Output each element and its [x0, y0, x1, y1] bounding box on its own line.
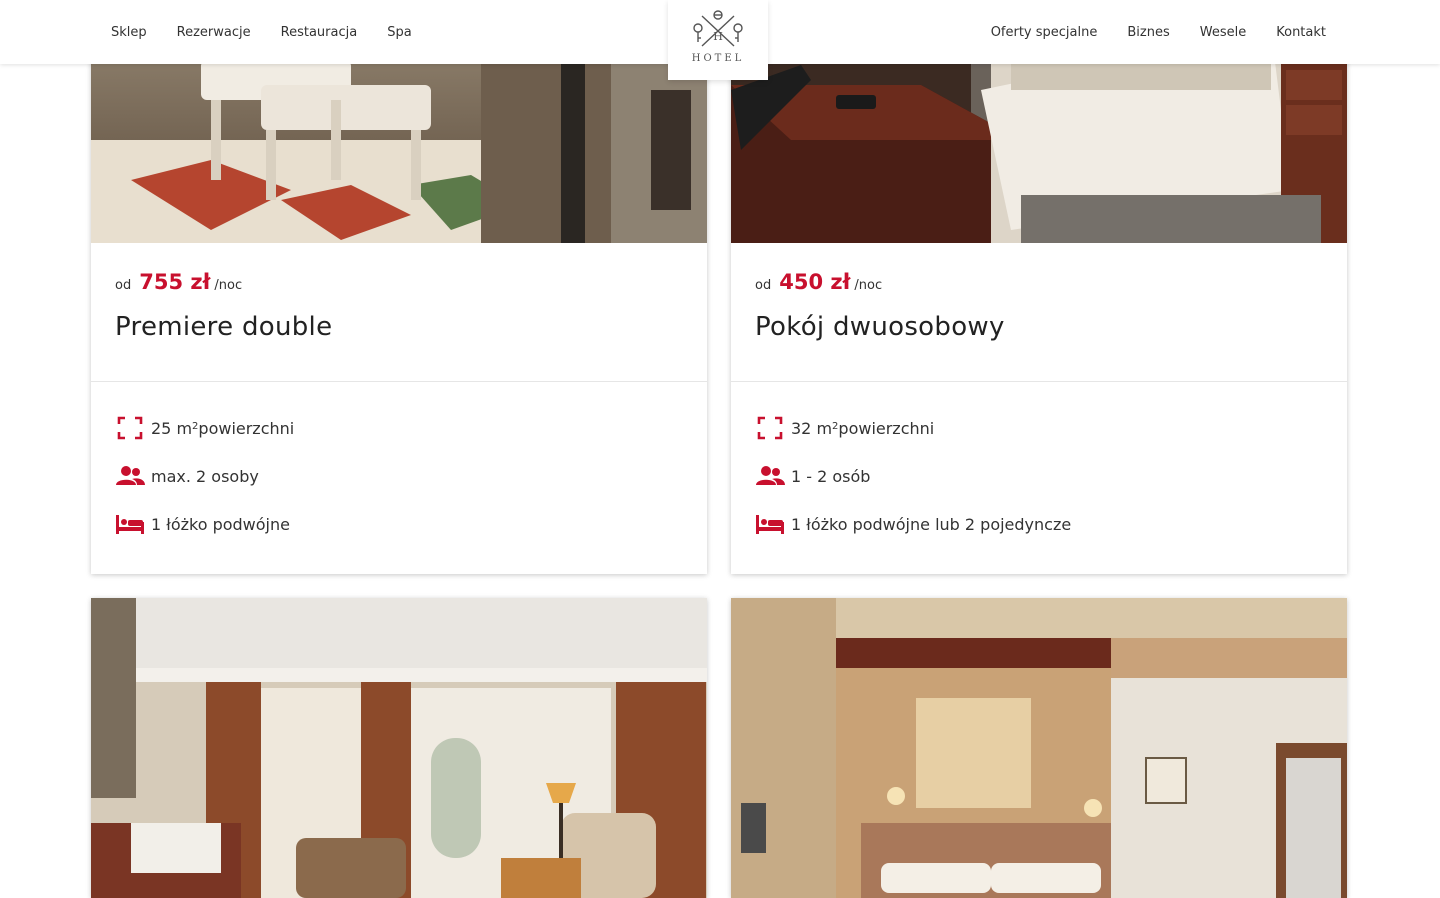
nav-link-spa[interactable]: Spa [387, 25, 411, 40]
area-sup: 2 [192, 420, 199, 432]
feature-beds: 1 łóżko podwójne lub 2 pojedyncze [755, 510, 1071, 538]
room-title[interactable]: Premiere double [115, 312, 332, 342]
area-value: 32 m [791, 418, 833, 438]
bed-icon [756, 515, 784, 534]
area-sup: 2 [832, 420, 839, 432]
nav-link-sklep[interactable]: Sklep [111, 25, 147, 40]
price-value: 755 zł [139, 270, 211, 294]
crossed-keys-icon: H [693, 10, 743, 47]
area-icon [757, 416, 783, 440]
price-prefix: od [755, 278, 772, 293]
room-photo [91, 598, 707, 898]
room-card-pokoj-dwuosobowy[interactable]: od 450 zł /noc Pokój dwuosobowy 32 m2 po… [731, 0, 1347, 574]
hotel-logo[interactable]: H HOTEL [668, 0, 768, 80]
price-row: od 450 zł /noc [755, 270, 882, 294]
area-label: powierzchni [198, 418, 295, 438]
people-icon [116, 466, 145, 485]
feature-capacity: max. 2 osoby [115, 462, 259, 490]
nav-link-restauracja[interactable]: Restauracja [281, 25, 358, 40]
room-card-4[interactable] [731, 598, 1347, 898]
divider [731, 381, 1347, 382]
area-icon [117, 416, 143, 440]
feature-beds: 1 łóżko podwójne [115, 510, 290, 538]
capacity-text: max. 2 osoby [151, 466, 259, 486]
divider [91, 381, 707, 382]
capacity-text: 1 - 2 osób [791, 466, 871, 486]
beds-text: 1 łóżko podwójne lub 2 pojedyncze [791, 514, 1072, 534]
feature-area: 25 m2 powierzchni [115, 414, 294, 442]
nav-link-biznes[interactable]: Biznes [1127, 25, 1169, 40]
nav-link-rezerwacje[interactable]: Rezerwacje [177, 25, 251, 40]
bed-icon [116, 515, 144, 534]
room-card-3[interactable] [91, 598, 707, 898]
room-card-premiere-double[interactable]: od 755 zł /noc Premiere double 25 m2 pow… [91, 0, 707, 574]
area-label: powierzchni [838, 418, 935, 438]
price-unit: /noc [214, 278, 243, 293]
logo-letter: H [713, 30, 723, 43]
nav-link-kontakt[interactable]: Kontakt [1276, 25, 1326, 40]
price-prefix: od [115, 278, 132, 293]
logo-text: HOTEL [691, 53, 745, 64]
nav-link-oferty-specjalne[interactable]: Oferty specjalne [991, 25, 1098, 40]
price-value: 450 zł [779, 270, 851, 294]
price-row: od 755 zł /noc [115, 270, 242, 294]
room-title[interactable]: Pokój dwuosobowy [755, 312, 1005, 342]
beds-text: 1 łóżko podwójne [151, 514, 290, 534]
feature-area: 32 m2 powierzchni [755, 414, 934, 442]
nav-left: Sklep Rezerwacje Restauracja Spa [111, 0, 442, 64]
nav-right: Oferty specjalne Biznes Wesele Kontakt [961, 0, 1326, 64]
feature-capacity: 1 - 2 osób [755, 462, 870, 490]
room-photo [731, 598, 1347, 898]
price-unit: /noc [854, 278, 883, 293]
people-icon [756, 466, 785, 485]
area-value: 25 m [151, 418, 193, 438]
nav-link-wesele[interactable]: Wesele [1200, 25, 1246, 40]
